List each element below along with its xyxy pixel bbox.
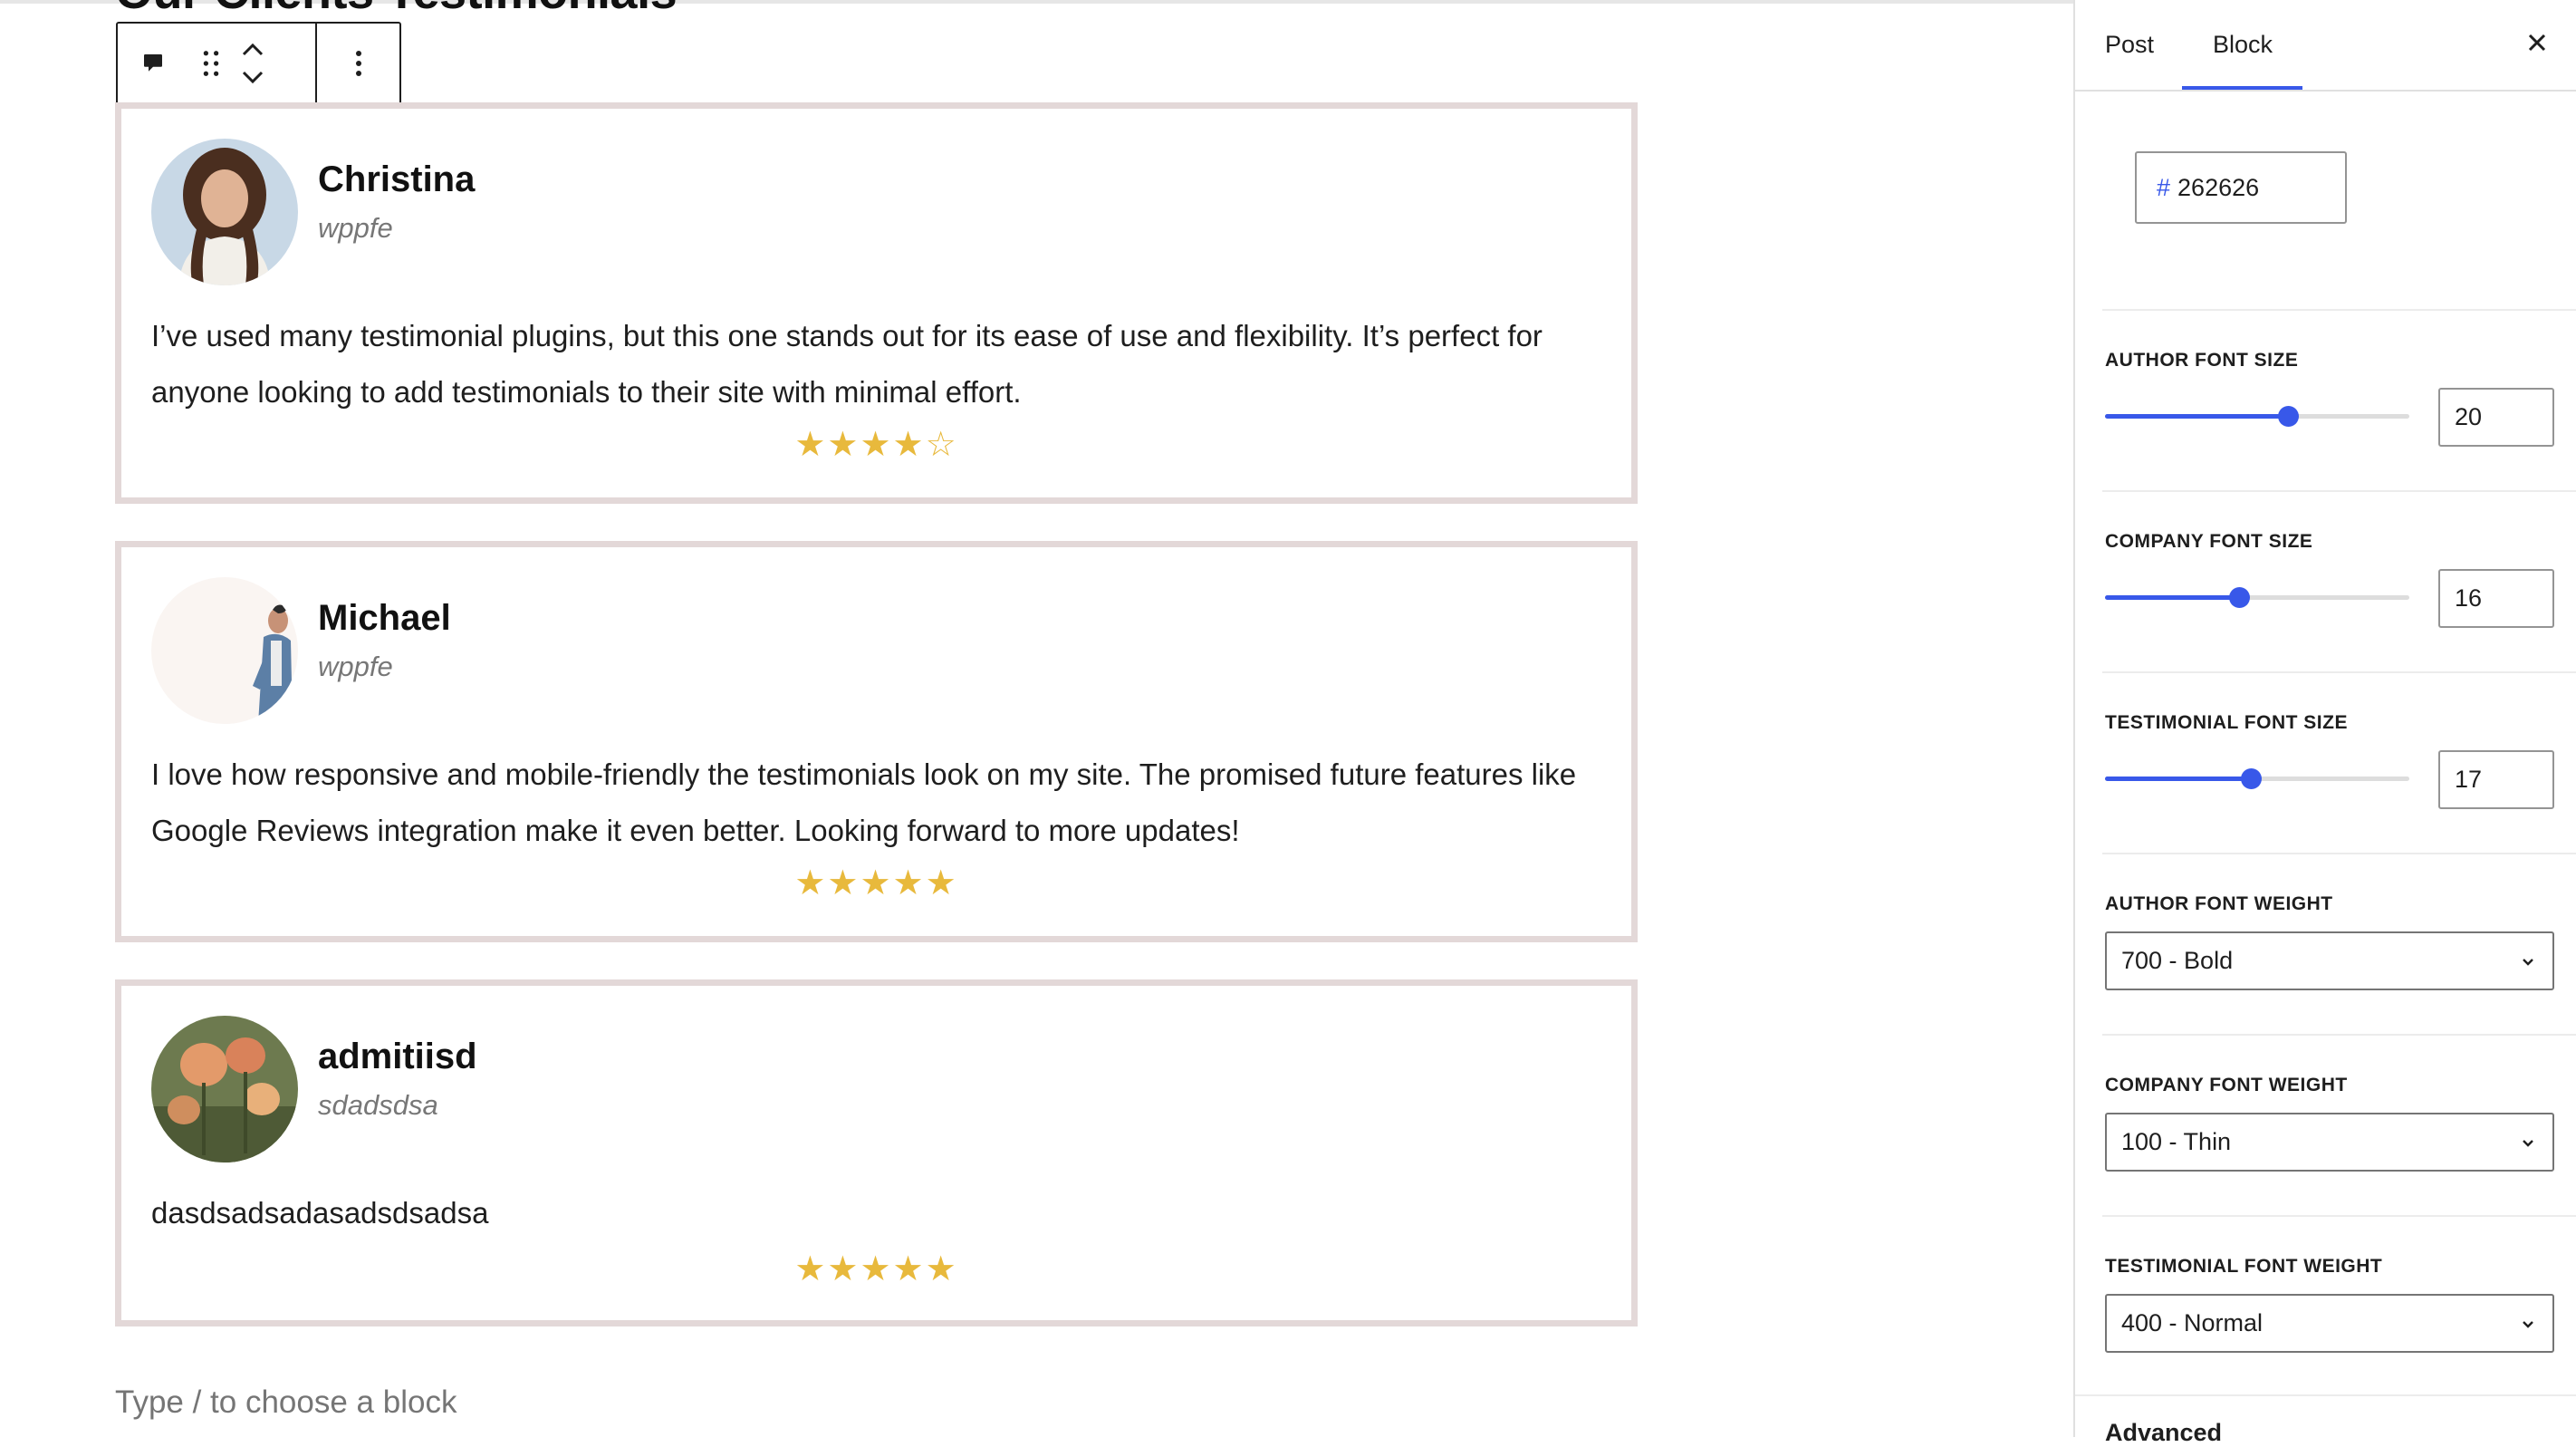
tab-block[interactable]: Block	[2213, 31, 2273, 59]
more-options-button[interactable]	[317, 24, 399, 103]
slider-fill	[2105, 414, 2288, 419]
company-font-weight-label: COMPANY FONT WEIGHT	[2105, 1075, 2348, 1095]
testimonial-text: I’ve used many testimonial plugins, but …	[151, 319, 1543, 409]
color-hex-input[interactable]: # 262626	[2135, 151, 2347, 224]
company-font-size-label: COMPANY FONT SIZE	[2105, 531, 2313, 552]
author-font-size-slider[interactable]	[2105, 406, 2409, 427]
testimonial-card[interactable]: Michael wppfe I love how responsive and …	[115, 541, 1638, 942]
select-value: 400 - Normal	[2121, 1309, 2264, 1336]
block-toolbar	[116, 22, 401, 105]
tab-active-indicator	[2182, 86, 2302, 90]
more-options-icon	[355, 51, 361, 76]
hash-label: #	[2157, 173, 2171, 201]
divider	[2102, 1034, 2576, 1036]
slider-fill	[2105, 777, 2252, 781]
comment-button[interactable]	[118, 24, 188, 103]
testimonial-font-weight-label: TESTIMONIAL FONT WEIGHT	[2105, 1256, 2383, 1277]
company-name: wppfe	[318, 651, 393, 682]
author-name: Michael	[318, 598, 451, 638]
company-font-size-slider[interactable]	[2105, 587, 2409, 608]
editor-canvas: Our Clients Testimonials	[0, 0, 2073, 1437]
testimonial-font-size-slider[interactable]	[2105, 768, 2409, 789]
author-name: admitiisd	[318, 1037, 477, 1076]
drag-handle-icon	[203, 51, 219, 76]
divider	[2102, 490, 2576, 492]
slider-fill	[2105, 595, 2239, 600]
slider-thumb[interactable]	[2241, 768, 2263, 789]
author-name: Christina	[318, 159, 476, 199]
company-name: wppfe	[318, 212, 393, 244]
company-font-weight-select[interactable]: 100 - Thin	[2105, 1113, 2554, 1172]
toolbar-group-main	[118, 24, 317, 103]
author-font-weight-label: AUTHOR FONT WEIGHT	[2105, 893, 2333, 914]
divider	[2102, 1215, 2576, 1217]
drag-handle-button[interactable]	[188, 24, 234, 103]
testimonial-text: dasdsadsadasadsdsadsa	[151, 1196, 489, 1230]
star-rating: ★★★★☆	[794, 426, 958, 464]
chevron-up-icon[interactable]	[241, 43, 264, 57]
hex-value: 262626	[2177, 173, 2260, 201]
testimonial-font-size-label: TESTIMONIAL FONT SIZE	[2105, 712, 2348, 733]
select-value: 100 - Thin	[2121, 1128, 2232, 1155]
author-font-size-input[interactable]: 20	[2438, 388, 2554, 447]
advanced-panel-toggle[interactable]: Advanced	[2105, 1419, 2222, 1447]
chevron-down-icon	[2523, 1321, 2533, 1328]
block-appender[interactable]: Type / to choose a block	[115, 1384, 457, 1421]
settings-sidebar: Post Block # 262626 AUTHOR FONT SIZE 20 …	[2073, 0, 2576, 1446]
tab-post[interactable]: Post	[2105, 31, 2154, 59]
testimonial-font-size-input[interactable]: 17	[2438, 750, 2554, 809]
avatar	[151, 577, 298, 724]
company-font-size-input[interactable]: 16	[2438, 569, 2554, 628]
star-rating: ★★★★★	[794, 864, 958, 902]
testimonial-card[interactable]: admitiisd sdadsdsa dasdsadsadasadsdsadsa…	[115, 979, 1638, 1326]
avatar	[151, 139, 298, 285]
close-icon[interactable]	[2523, 29, 2551, 56]
testimonial-font-weight-select[interactable]: 400 - Normal	[2105, 1294, 2554, 1353]
select-value: 700 - Bold	[2121, 947, 2234, 974]
slider-thumb[interactable]	[2277, 406, 2299, 427]
testimonial-text: I love how responsive and mobile-friendl…	[151, 757, 1577, 847]
author-font-weight-select[interactable]: 700 - Bold	[2105, 931, 2554, 990]
chevron-down-icon	[2523, 959, 2533, 966]
divider	[2102, 671, 2576, 673]
block-mover	[241, 43, 264, 84]
comment-icon	[144, 54, 162, 72]
divider	[2102, 309, 2576, 311]
avatar	[151, 1016, 298, 1162]
star-rating: ★★★★★	[794, 1250, 958, 1288]
author-font-size-label: AUTHOR FONT SIZE	[2105, 350, 2299, 371]
divider	[2102, 853, 2576, 854]
page-heading[interactable]: Our Clients Testimonials	[115, 0, 678, 20]
chevron-down-icon	[2523, 1140, 2533, 1147]
sidebar-tabs: Post Block	[2075, 0, 2576, 92]
slider-thumb[interactable]	[2228, 587, 2250, 608]
chevron-down-icon[interactable]	[241, 70, 264, 84]
testimonial-card[interactable]: Christina wppfe I’ve used many testimoni…	[115, 102, 1638, 504]
divider	[2075, 1394, 2576, 1396]
company-name: sdadsdsa	[318, 1089, 438, 1121]
